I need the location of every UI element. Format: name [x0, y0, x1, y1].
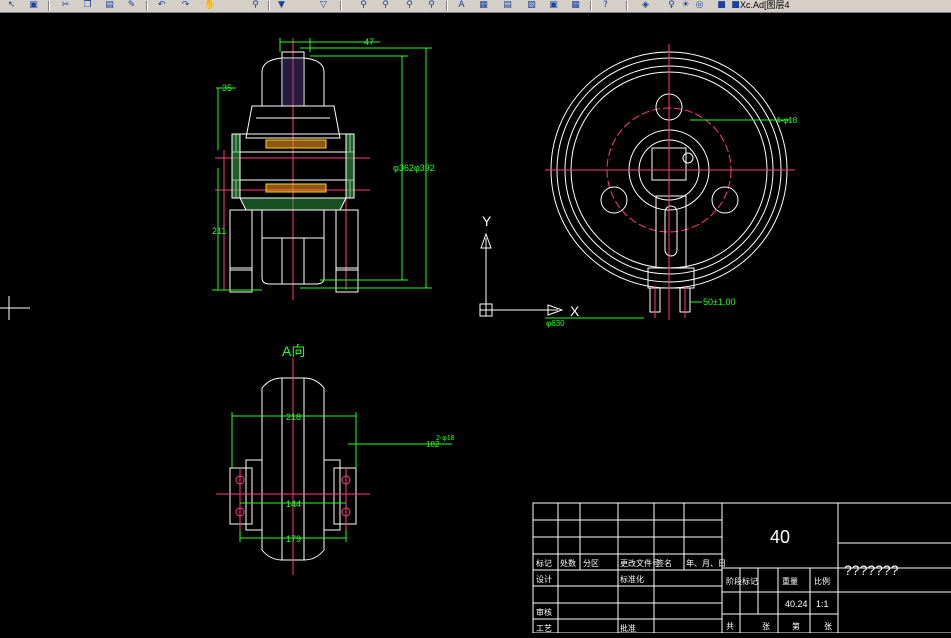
zoom-window-icon[interactable]: ▼	[276, 0, 287, 11]
lock-icon[interactable]: ■	[716, 0, 727, 11]
tb-cell: 工艺	[536, 624, 552, 633]
ucs-x-label: X	[570, 303, 580, 319]
bulb-icon[interactable]: ♀	[666, 0, 677, 11]
properties-icon[interactable]: ⚲	[358, 0, 369, 11]
ucs-y-label: Y	[482, 213, 492, 229]
match-icon[interactable]: ✎	[126, 0, 137, 11]
tb-cell: 重量	[782, 576, 798, 586]
dim-top-right: 4-φ18	[776, 116, 798, 125]
table-icon[interactable]: ▦	[478, 0, 489, 11]
copy-icon[interactable]: ❐	[82, 0, 93, 11]
tb-cell: 张	[824, 622, 832, 631]
cad-drawing[interactable]: 47 35 211 φ362φ392 4-φ18 φ630 50±1.00 Y …	[0, 13, 951, 634]
weight-value: 40.24	[785, 599, 808, 609]
tb-cell: 批准	[620, 623, 636, 633]
dim-179: 179	[286, 534, 301, 544]
dim-style-icon[interactable]: ⚲	[404, 0, 415, 11]
layer-dropdown[interactable]: Xc.Ad[图层4	[740, 0, 790, 11]
toolbar-separator	[626, 1, 628, 11]
tb-cell: 分区	[583, 559, 599, 568]
dim-144: 144	[286, 499, 301, 509]
freeze-icon[interactable]: ◎	[694, 0, 705, 11]
toolbar-separator	[590, 1, 592, 11]
select-icon[interactable]: ↖	[6, 0, 17, 11]
image-icon[interactable]: ▣	[548, 0, 559, 11]
text-style-icon[interactable]: ⚲	[380, 0, 391, 11]
tb-cell: 阶段标记	[726, 576, 758, 586]
model-space-background	[0, 13, 951, 633]
standard-toolbar: ↖ ▣ ✂ ❐ ▤ ✎ ↶ ↷ ✋ ⚲ ▼ ▽ ⚲ ⚲ ⚲ ⚲ A ▦ ▤ ▧ …	[0, 0, 951, 13]
tb-cell: 设计	[536, 574, 552, 584]
tb-cell: 共	[726, 622, 734, 631]
zoom-icon[interactable]: ⚲	[250, 0, 261, 11]
zoom-extents-icon[interactable]: ⚲	[426, 0, 437, 11]
dim-35: 35	[222, 83, 232, 93]
rim-web-hatch	[282, 58, 304, 106]
hatch-icon[interactable]: ▧	[526, 0, 537, 11]
paste-icon[interactable]: ▤	[104, 0, 115, 11]
cut-icon[interactable]: ✂	[60, 0, 71, 11]
dim-diameter: φ362φ392	[393, 163, 435, 173]
help-icon[interactable]: ?	[600, 0, 611, 11]
seal-lower	[265, 183, 327, 193]
block-icon[interactable]: ▤	[502, 0, 513, 11]
tb-cell: 张	[762, 622, 770, 631]
text-icon[interactable]: A	[456, 0, 467, 11]
toolbar-separator	[446, 1, 448, 11]
dim-47: 47	[364, 37, 374, 47]
tb-cell: 年、月、日	[686, 558, 726, 568]
drawing-number: 40	[770, 527, 790, 547]
view-a-label: A向	[282, 343, 305, 359]
dim-211: 211	[212, 226, 226, 236]
tb-cell: 审核	[536, 607, 552, 617]
toolbar-separator	[48, 1, 50, 11]
save-icon[interactable]: ▣	[28, 0, 39, 11]
tb-cell: 标准化	[620, 574, 644, 584]
dim-218: 218	[286, 412, 301, 422]
zoom-previous-icon[interactable]: ▽	[318, 0, 329, 11]
tb-cell: 标记	[536, 558, 552, 568]
toolbar-separator	[268, 1, 270, 11]
dim-50: 50±1.00	[703, 297, 735, 307]
tb-cell: 处数	[560, 558, 576, 568]
tb-cell: 第	[792, 621, 800, 631]
dim-2-hole: 2-φ18	[436, 435, 455, 442]
seal-upper	[265, 139, 327, 149]
layer-icon[interactable]: ◈	[640, 0, 651, 11]
redo-icon[interactable]: ↷	[180, 0, 191, 11]
tb-cell: 比例	[814, 576, 830, 586]
tb-cell: 签名	[656, 558, 672, 568]
toolbar-separator	[340, 1, 342, 11]
part-name: ???????	[844, 562, 899, 578]
left-cap	[231, 133, 241, 199]
right-cap	[345, 133, 355, 199]
lower-flange	[239, 197, 347, 211]
dim-630: φ630	[546, 319, 565, 328]
tb-cell: 更改文件号	[620, 558, 660, 568]
toolbar-separator	[146, 1, 148, 11]
grid-icon[interactable]: ▦	[570, 0, 581, 11]
pan-icon[interactable]: ✋	[204, 0, 215, 11]
undo-icon[interactable]: ↶	[156, 0, 167, 11]
scale-value: 1:1	[816, 599, 829, 609]
sun-icon[interactable]: ☀	[680, 0, 691, 11]
drawing-canvas[interactable]: 47 35 211 φ362φ392 4-φ18 φ630 50±1.00 Y …	[0, 13, 951, 634]
